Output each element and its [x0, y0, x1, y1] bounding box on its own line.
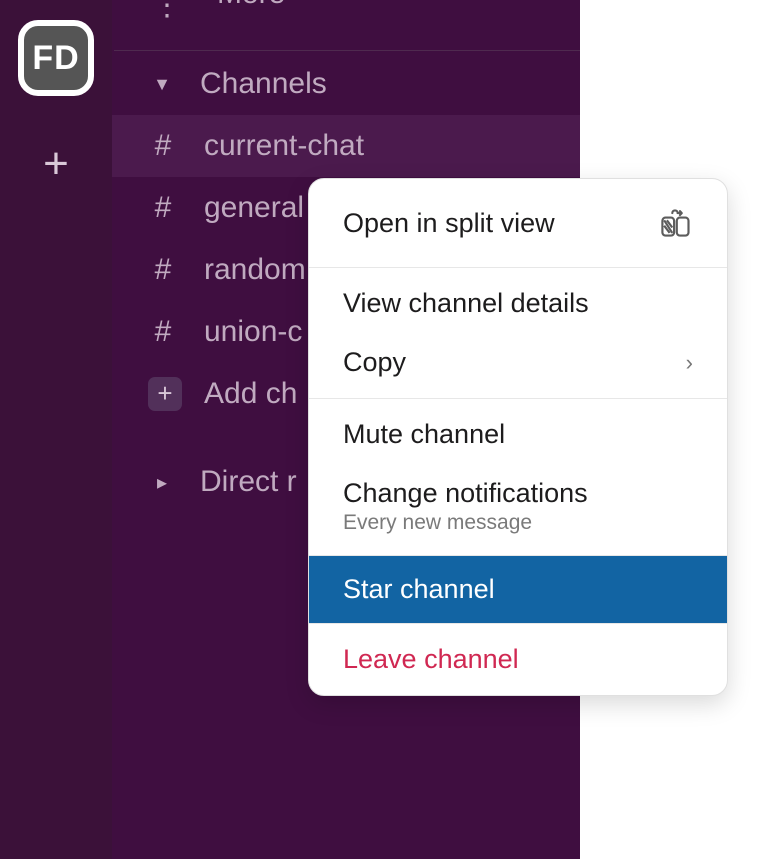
- menu-item-open-split-view[interactable]: Open in split view: [309, 185, 727, 261]
- hash-icon: #: [152, 253, 174, 287]
- add-workspace-button[interactable]: +: [43, 142, 69, 186]
- caret-right-icon: ▸: [152, 470, 172, 495]
- menu-item-sublabel: Every new message: [343, 511, 532, 535]
- plus-icon: +: [148, 377, 182, 411]
- menu-item-leave-channel[interactable]: Leave channel: [309, 630, 727, 689]
- sidebar-item-more[interactable]: ⋮ More: [112, 0, 580, 50]
- channel-name: current-chat: [204, 129, 364, 163]
- workspace-switcher[interactable]: FD: [18, 20, 94, 96]
- menu-item-label: Copy: [343, 347, 406, 378]
- menu-item-label: Mute channel: [343, 419, 505, 450]
- caret-down-icon: ▼: [152, 74, 172, 95]
- app-root: FD + ⋮ More ▼ Channels # current-chat # …: [0, 0, 775, 859]
- more-icon: ⋮: [152, 0, 183, 23]
- hash-icon: #: [152, 191, 174, 225]
- menu-item-label: View channel details: [343, 288, 589, 319]
- menu-item-mute-channel[interactable]: Mute channel: [309, 405, 727, 464]
- workspace-initials: FD: [32, 39, 79, 78]
- channel-name: random: [204, 253, 306, 287]
- sidebar-item-label: More: [217, 0, 285, 11]
- menu-item-star-channel[interactable]: Star channel: [309, 556, 727, 623]
- section-label: Direct r: [200, 465, 297, 499]
- channel-name: union-c: [204, 315, 302, 349]
- section-header-channels[interactable]: ▼ Channels: [112, 51, 580, 115]
- chevron-right-icon: ›: [686, 350, 693, 376]
- split-view-icon: [657, 205, 693, 241]
- hash-icon: #: [152, 129, 174, 163]
- menu-item-view-channel-details[interactable]: View channel details: [309, 274, 727, 333]
- channel-item-current-chat[interactable]: # current-chat: [112, 115, 580, 177]
- menu-item-change-notifications[interactable]: Change notifications Every new message: [309, 464, 727, 549]
- hash-icon: #: [152, 315, 174, 349]
- channel-name: general: [204, 191, 304, 225]
- menu-item-label: Change notifications: [343, 478, 588, 509]
- menu-item-label: Open in split view: [343, 208, 555, 239]
- menu-item-copy[interactable]: Copy ›: [309, 333, 727, 392]
- section-label: Channels: [200, 67, 327, 101]
- menu-item-label: Star channel: [343, 574, 495, 605]
- workspace-rail: FD +: [0, 0, 112, 859]
- add-channels-label: Add ch: [204, 377, 297, 411]
- menu-item-label: Leave channel: [343, 644, 519, 675]
- channel-context-menu: Open in split view: [308, 178, 728, 696]
